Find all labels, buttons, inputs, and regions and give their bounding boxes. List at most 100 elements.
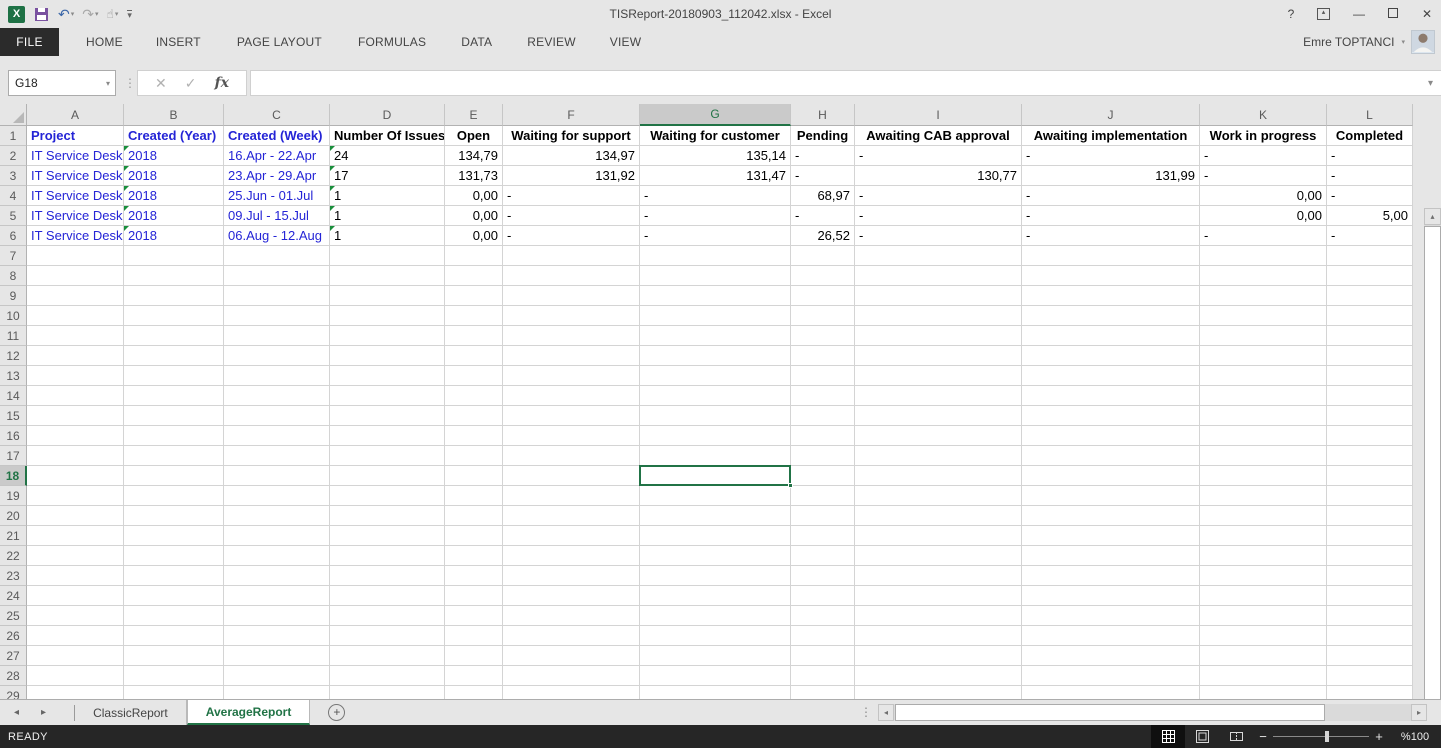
cell-E24[interactable] (445, 586, 503, 606)
cell-I17[interactable] (855, 446, 1022, 466)
cell-L6[interactable]: - (1327, 226, 1413, 246)
cell-D11[interactable] (330, 326, 445, 346)
cell-K25[interactable] (1200, 606, 1327, 626)
row-header-27[interactable]: 27 (0, 646, 27, 666)
name-box[interactable]: G18 ▾ (8, 70, 116, 96)
save-button[interactable] (29, 8, 48, 21)
cell-H2[interactable]: - (791, 146, 855, 166)
redo-button[interactable]: ↷▾ (78, 6, 98, 23)
row-header-29[interactable]: 29 (0, 686, 27, 699)
cell-D3[interactable]: 17 (330, 166, 445, 186)
cell-E25[interactable] (445, 606, 503, 626)
cell-H22[interactable] (791, 546, 855, 566)
cell-D16[interactable] (330, 426, 445, 446)
cell-F16[interactable] (503, 426, 640, 446)
cell-F18[interactable] (503, 466, 640, 486)
cell-G6[interactable]: - (640, 226, 791, 246)
cell-K28[interactable] (1200, 666, 1327, 686)
cell-H14[interactable] (791, 386, 855, 406)
cell-I5[interactable]: - (855, 206, 1022, 226)
cell-A20[interactable] (27, 506, 124, 526)
cell-K24[interactable] (1200, 586, 1327, 606)
cell-D4[interactable]: 1 (330, 186, 445, 206)
cell-H17[interactable] (791, 446, 855, 466)
cell-K7[interactable] (1200, 246, 1327, 266)
cell-I10[interactable] (855, 306, 1022, 326)
cell-I9[interactable] (855, 286, 1022, 306)
cell-F15[interactable] (503, 406, 640, 426)
cell-L7[interactable] (1327, 246, 1413, 266)
cell-C11[interactable] (224, 326, 330, 346)
touch-mode-button[interactable]: ☝▾ (103, 7, 119, 21)
cell-C15[interactable] (224, 406, 330, 426)
cell-E17[interactable] (445, 446, 503, 466)
cell-D10[interactable] (330, 306, 445, 326)
cell-I7[interactable] (855, 246, 1022, 266)
cell-E18[interactable] (445, 466, 503, 486)
cell-K5[interactable]: 0,00 (1200, 206, 1327, 226)
cell-A12[interactable] (27, 346, 124, 366)
cell-L28[interactable] (1327, 666, 1413, 686)
cell-K23[interactable] (1200, 566, 1327, 586)
cell-B9[interactable] (124, 286, 224, 306)
cell-I20[interactable] (855, 506, 1022, 526)
cell-B1[interactable]: Created (Year) (124, 126, 224, 146)
row-header-2[interactable]: 2 (0, 146, 27, 166)
cell-A13[interactable] (27, 366, 124, 386)
cell-B10[interactable] (124, 306, 224, 326)
customize-qat-button[interactable]: ▾ (127, 10, 132, 19)
cell-B17[interactable] (124, 446, 224, 466)
cell-C2[interactable]: 16.Apr - 22.Apr (224, 146, 330, 166)
cell-H16[interactable] (791, 426, 855, 446)
cell-J8[interactable] (1022, 266, 1200, 286)
cell-F4[interactable]: - (503, 186, 640, 206)
cell-A25[interactable] (27, 606, 124, 626)
cell-G26[interactable] (640, 626, 791, 646)
cell-G19[interactable] (640, 486, 791, 506)
sheet-tab-classicreport[interactable]: ClassicReport (75, 700, 187, 725)
tab-insert[interactable]: INSERT (142, 28, 215, 56)
cell-L26[interactable] (1327, 626, 1413, 646)
cell-F8[interactable] (503, 266, 640, 286)
cell-K9[interactable] (1200, 286, 1327, 306)
cell-E26[interactable] (445, 626, 503, 646)
column-header-D[interactable]: D (330, 104, 445, 126)
cell-C10[interactable] (224, 306, 330, 326)
cell-G12[interactable] (640, 346, 791, 366)
redo-dropdown-caret[interactable]: ▾ (95, 10, 99, 18)
cell-C21[interactable] (224, 526, 330, 546)
cell-E1[interactable]: Open (445, 126, 503, 146)
cell-C1[interactable]: Created (Week) (224, 126, 330, 146)
cell-C23[interactable] (224, 566, 330, 586)
cell-I13[interactable] (855, 366, 1022, 386)
cell-G28[interactable] (640, 666, 791, 686)
scroll-up-button[interactable]: ▴ (1424, 208, 1441, 225)
row-header-26[interactable]: 26 (0, 626, 27, 646)
cell-J19[interactable] (1022, 486, 1200, 506)
cell-B20[interactable] (124, 506, 224, 526)
cell-D19[interactable] (330, 486, 445, 506)
cell-G17[interactable] (640, 446, 791, 466)
cell-B6[interactable]: 2018 (124, 226, 224, 246)
cell-J18[interactable] (1022, 466, 1200, 486)
cell-H23[interactable] (791, 566, 855, 586)
cell-F26[interactable] (503, 626, 640, 646)
cell-L13[interactable] (1327, 366, 1413, 386)
cell-L15[interactable] (1327, 406, 1413, 426)
cell-L20[interactable] (1327, 506, 1413, 526)
minimize-button[interactable]: — (1351, 7, 1367, 21)
tab-view[interactable]: VIEW (596, 28, 655, 56)
row-header-8[interactable]: 8 (0, 266, 27, 286)
cell-I22[interactable] (855, 546, 1022, 566)
cell-D27[interactable] (330, 646, 445, 666)
cell-L22[interactable] (1327, 546, 1413, 566)
cell-J13[interactable] (1022, 366, 1200, 386)
cell-H7[interactable] (791, 246, 855, 266)
row-header-20[interactable]: 20 (0, 506, 27, 526)
cell-K17[interactable] (1200, 446, 1327, 466)
cell-H21[interactable] (791, 526, 855, 546)
close-button[interactable]: ✕ (1419, 7, 1435, 21)
worksheet-grid[interactable]: ABCDEFGHIJKL 1ProjectCreated (Year)Creat… (0, 104, 1413, 699)
cell-I19[interactable] (855, 486, 1022, 506)
cell-I26[interactable] (855, 626, 1022, 646)
